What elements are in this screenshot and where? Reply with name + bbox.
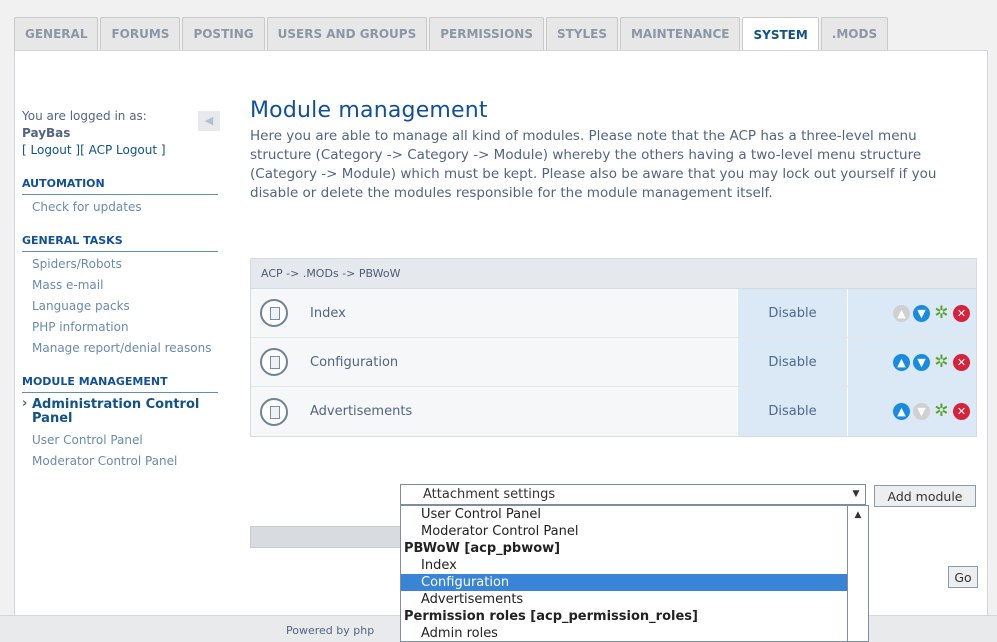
sidebar-item-php-information[interactable]: PHP information xyxy=(22,315,222,336)
sidebar-section-automation: AUTOMATION xyxy=(22,177,218,195)
dropdown-group: Permission roles [acp_permission_roles] xyxy=(404,609,698,624)
modules-table: ACP -> .MODs -> PBWoW Index Disable ▲ ▼ … xyxy=(250,258,977,437)
table-row: Index Disable ▲ ▼ ✲ ✕ xyxy=(251,289,976,338)
tab-system[interactable]: SYSTEM xyxy=(742,17,819,51)
tab-permissions[interactable]: PERMISSIONS xyxy=(429,17,544,50)
main-tabs: GENERAL FORUMS POSTING USERS AND GROUPS … xyxy=(14,17,890,51)
disable-link[interactable]: Disable xyxy=(737,289,847,337)
collapse-sidebar-button[interactable]: ◀ xyxy=(198,111,220,131)
move-down-icon[interactable]: ▼ xyxy=(913,353,930,371)
module-name[interactable]: Index xyxy=(310,306,346,321)
delete-icon[interactable]: ✕ xyxy=(953,304,970,322)
sidebar-item-check-for-updates[interactable]: Check for updates xyxy=(22,195,222,216)
tab-forums[interactable]: FORUMS xyxy=(100,17,181,50)
powered-by: Powered by php xyxy=(286,624,375,637)
sidebar-item-mass-email[interactable]: Mass e-mail xyxy=(22,273,222,294)
logout-link[interactable]: [ Logout ] xyxy=(22,143,80,157)
module-name[interactable]: Advertisements xyxy=(310,404,412,419)
sidebar-section-general-tasks: GENERAL TASKS xyxy=(22,234,218,252)
gear-icon[interactable]: ✲ xyxy=(933,403,950,420)
breadcrumb: ACP -> .MODs -> PBWoW xyxy=(251,259,976,289)
dropdown-scrollbar[interactable]: ▲ xyxy=(848,505,869,642)
add-module-button[interactable]: Add module xyxy=(874,485,976,507)
dropdown-option-selected[interactable]: Configuration xyxy=(401,574,847,591)
module-select[interactable]: Attachment settings xyxy=(400,484,866,505)
move-down-icon: ▼ xyxy=(913,403,930,420)
move-up-icon[interactable]: ▲ xyxy=(893,353,910,371)
dropdown-option[interactable]: Index xyxy=(401,557,847,574)
move-down-icon[interactable]: ▼ xyxy=(913,304,930,322)
sidebar-item-mcp[interactable]: Moderator Control Panel xyxy=(22,449,222,470)
dropdown-option[interactable]: Advertisements xyxy=(401,591,847,608)
tab-general[interactable]: GENERAL xyxy=(14,17,99,50)
tab-posting[interactable]: POSTING xyxy=(182,17,265,50)
tab-mods[interactable]: .MODS xyxy=(820,17,889,50)
module-icon xyxy=(260,299,288,327)
tab-users-and-groups[interactable]: USERS AND GROUPS xyxy=(266,17,428,50)
sidebar-item-ucp[interactable]: User Control Panel xyxy=(22,428,222,449)
disable-link[interactable]: Disable xyxy=(737,338,847,386)
move-up-icon[interactable]: ▲ xyxy=(893,403,910,420)
tab-styles[interactable]: STYLES xyxy=(545,17,618,50)
module-icon xyxy=(260,348,288,376)
chevron-down-icon[interactable]: ▼ xyxy=(848,486,864,503)
page-description: Here you are able to manage all kind of … xyxy=(250,128,937,201)
sidebar: You are logged in as: PayBas [ Logout ][… xyxy=(22,108,222,470)
sidebar-item-language-packs[interactable]: Language packs xyxy=(22,294,222,315)
module-name[interactable]: Configuration xyxy=(310,355,398,370)
dropdown-group: PBWoW [acp_pbwow] xyxy=(404,541,561,556)
delete-icon[interactable]: ✕ xyxy=(953,403,970,420)
module-icon xyxy=(260,397,288,426)
dropdown-option[interactable]: Admin roles xyxy=(401,625,847,641)
sidebar-item-acp[interactable]: Administration Control Panel xyxy=(22,393,222,428)
dropdown-option[interactable]: Moderator Control Panel xyxy=(401,523,847,540)
main-content: Module management Here you are able to m… xyxy=(250,98,985,203)
grey-bar xyxy=(250,526,405,548)
table-row: Advertisements Disable ▲ ▼ ✲ ✕ xyxy=(251,387,976,436)
delete-icon[interactable]: ✕ xyxy=(953,353,970,371)
sidebar-item-spiders-robots[interactable]: Spiders/Robots xyxy=(22,252,222,273)
disable-link[interactable]: Disable xyxy=(737,387,847,436)
sidebar-section-module-management: MODULE MANAGEMENT xyxy=(22,375,218,393)
page-title: Module management xyxy=(250,98,488,123)
dropdown-option[interactable]: User Control Panel xyxy=(401,506,847,523)
login-info: You are logged in as: PayBas [ Logout ][… xyxy=(22,108,222,159)
sidebar-item-report-reasons[interactable]: Manage report/denial reasons xyxy=(22,336,222,357)
gear-icon[interactable]: ✲ xyxy=(933,304,950,322)
gear-icon[interactable]: ✲ xyxy=(933,353,950,371)
go-button[interactable]: Go xyxy=(948,566,978,588)
acp-logout-link[interactable]: [ ACP Logout ] xyxy=(80,143,166,157)
move-up-icon: ▲ xyxy=(893,304,910,322)
module-dropdown-list[interactable]: User Control Panel Moderator Control Pan… xyxy=(400,505,848,642)
login-username: PayBas xyxy=(22,126,71,140)
login-prefix: You are logged in as: xyxy=(22,109,147,123)
table-row: Configuration Disable ▲ ▼ ✲ ✕ xyxy=(251,338,976,387)
tab-maintenance[interactable]: MAINTENANCE xyxy=(619,17,741,50)
